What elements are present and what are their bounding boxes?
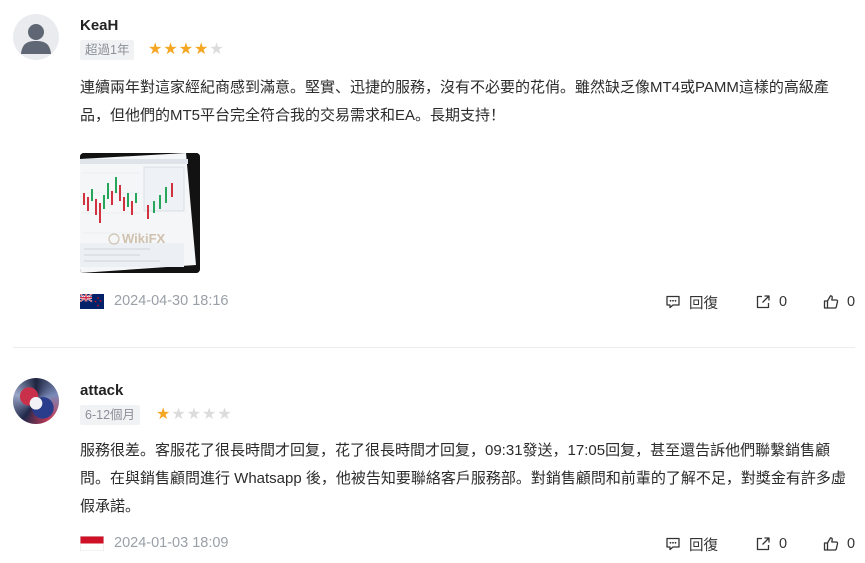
rating-stars: ★ ★ ★ ★ ★ bbox=[148, 42, 224, 58]
star-icon: ★ bbox=[186, 406, 202, 423]
star-icon: ★ bbox=[194, 41, 209, 58]
share-icon bbox=[756, 537, 770, 551]
new-zealand-flag-icon bbox=[80, 294, 104, 309]
star-icon: ★ bbox=[156, 406, 171, 423]
star-icon: ★ bbox=[202, 406, 217, 423]
share-count: 0 bbox=[779, 536, 788, 552]
tenure-badge: 超過1年 bbox=[80, 40, 135, 60]
review-item: KeaH 超過1年 ★ ★ ★ ★ ★ 連續兩年對這家經紀商感到滿意。堅實、迅捷的服務，… bbox=[0, 0, 865, 347]
reply-label: 回復 bbox=[689, 295, 718, 312]
star-icon: ★ bbox=[209, 41, 224, 58]
like-button[interactable]: 0 bbox=[823, 533, 855, 555]
share-count: 0 bbox=[779, 294, 788, 310]
like-count: 0 bbox=[847, 536, 856, 552]
like-button[interactable]: 0 bbox=[823, 291, 855, 313]
user-placeholder-icon bbox=[21, 24, 51, 54]
review-date: 2024-01-03 18:09 bbox=[114, 535, 229, 551]
rating-stars: ★ ★ ★ ★ ★ bbox=[156, 407, 232, 423]
star-icon: ★ bbox=[148, 41, 163, 58]
star-icon: ★ bbox=[171, 406, 186, 423]
avatar[interactable] bbox=[13, 14, 59, 60]
watermark-text: WikiFX bbox=[122, 231, 166, 246]
share-icon bbox=[756, 295, 770, 309]
comment-icon bbox=[666, 295, 680, 309]
review-footer: 2024-01-03 18:09 回復 0 0 bbox=[80, 533, 858, 555]
comment-icon bbox=[666, 537, 680, 551]
review-text: 服務很差。客服花了很長時間才回复，花了很長時間才回复，09:31發送，17:05… bbox=[80, 442, 846, 515]
review-footer: 2024-04-30 18:16 回復 0 0 bbox=[80, 291, 858, 313]
share-button[interactable]: 0 bbox=[755, 291, 787, 313]
indonesia-flag-icon bbox=[80, 536, 104, 551]
username[interactable]: KeaH bbox=[80, 17, 118, 34]
like-count: 0 bbox=[847, 294, 856, 310]
reply-button[interactable]: 回復 bbox=[665, 533, 718, 555]
username[interactable]: attack bbox=[80, 382, 123, 399]
avatar[interactable] bbox=[13, 378, 59, 424]
share-button[interactable]: 0 bbox=[755, 533, 787, 555]
star-icon: ★ bbox=[178, 41, 194, 58]
review-item: attack 6-12個月 ★ ★ ★ ★ ★ 服務很差。客服花了很長時間才回复，花了很… bbox=[0, 348, 865, 563]
star-icon: ★ bbox=[217, 406, 232, 423]
trading-platform-screenshot: WikiFX bbox=[80, 153, 200, 273]
review-image[interactable]: WikiFX bbox=[80, 153, 200, 273]
thumbs-up-icon bbox=[823, 537, 839, 551]
tenure-badge: 6-12個月 bbox=[80, 405, 141, 425]
thumbs-up-icon bbox=[823, 295, 839, 309]
review-date: 2024-04-30 18:16 bbox=[114, 293, 229, 309]
star-icon: ★ bbox=[163, 41, 178, 58]
review-text: 連續兩年對這家經紀商感到滿意。堅實、迅捷的服務，沒有不必要的花俏。雖然缺乏像MT… bbox=[80, 79, 829, 124]
reply-label: 回復 bbox=[689, 537, 718, 554]
reply-button[interactable]: 回復 bbox=[665, 291, 718, 313]
